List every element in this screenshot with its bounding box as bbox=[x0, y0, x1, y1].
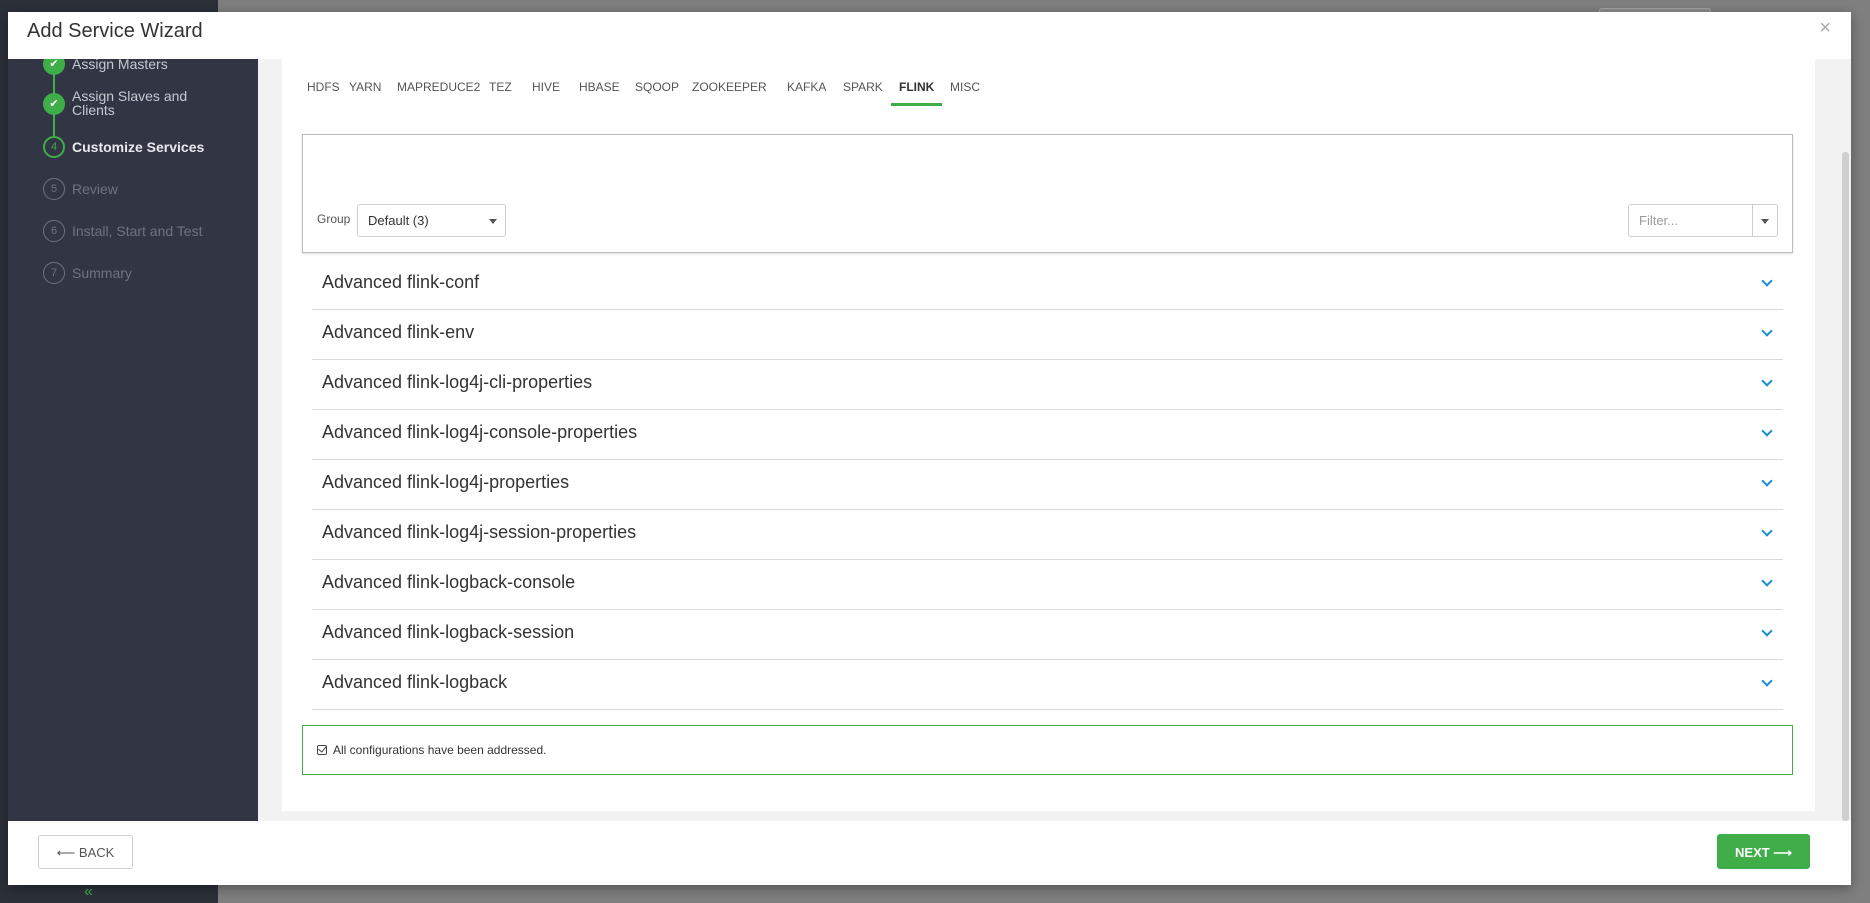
wizard-step-assign-slaves[interactable]: ✔ Assign Slaves and Clients bbox=[8, 89, 258, 129]
alert-text: All configurations have been addressed. bbox=[333, 743, 547, 757]
collapse-sidebar-icon: « bbox=[84, 883, 93, 900]
add-service-wizard-modal: Add Service Wizard × ✔ Assign Masters ✔ … bbox=[8, 12, 1851, 885]
config-section-title: Advanced flink-log4j-properties bbox=[322, 472, 570, 492]
config-status-alert: All configurations have been addressed. bbox=[302, 725, 1793, 775]
wizard-steps-nav: ✔ Assign Masters ✔ Assign Slaves and Cli… bbox=[8, 59, 258, 821]
tab-sqoop[interactable]: SQOOP bbox=[627, 69, 687, 106]
config-section-title: Advanced flink-log4j-cli-properties bbox=[322, 372, 593, 392]
chevron-down-icon bbox=[1761, 675, 1773, 687]
wizard-step-label: Summary bbox=[72, 265, 132, 281]
wizard-step-summary: 7 Summary bbox=[8, 262, 258, 292]
wizard-step-assign-masters[interactable]: ✔ Assign Masters bbox=[8, 59, 258, 83]
wizard-step-label: Assign Masters bbox=[72, 59, 168, 72]
wizard-step-install: 6 Install, Start and Test bbox=[8, 220, 258, 250]
tab-mapreduce2[interactable]: MAPREDUCE2 bbox=[389, 69, 488, 106]
config-section[interactable]: Advanced flink-log4j-properties bbox=[312, 460, 1783, 510]
chevron-down-icon bbox=[1761, 625, 1773, 637]
step-number: 7 bbox=[43, 262, 65, 284]
back-button[interactable]: ⟵ BACK bbox=[38, 835, 133, 869]
config-section[interactable]: Advanced flink-log4j-cli-properties bbox=[312, 360, 1783, 410]
caret-down-icon bbox=[1761, 219, 1769, 224]
scrollbar-track bbox=[1849, 59, 1851, 821]
chevron-down-icon bbox=[1761, 525, 1773, 537]
config-section-title: Advanced flink-logback bbox=[322, 672, 508, 692]
tab-flink[interactable]: FLINK bbox=[891, 69, 943, 106]
check-square-icon bbox=[317, 745, 327, 755]
next-button[interactable]: NEXT ⟶ bbox=[1717, 834, 1810, 869]
tab-kafka[interactable]: KAFKA bbox=[779, 69, 834, 106]
config-section-title: Advanced flink-conf bbox=[322, 272, 480, 292]
config-section-title: Advanced flink-logback-session bbox=[322, 622, 575, 642]
tab-misc[interactable]: MISC bbox=[942, 69, 988, 106]
chevron-down-icon bbox=[1761, 425, 1773, 437]
config-section[interactable]: Advanced flink-log4j-console-properties bbox=[312, 410, 1783, 460]
step-number: 6 bbox=[43, 220, 65, 242]
wizard-step-review: 5 Review bbox=[8, 178, 258, 208]
check-icon: ✔ bbox=[43, 93, 65, 115]
wizard-step-label-line2: Clients bbox=[72, 102, 115, 118]
chevron-down-icon bbox=[1761, 275, 1773, 287]
filter-input[interactable] bbox=[1628, 204, 1753, 237]
chevron-down-icon bbox=[1761, 475, 1773, 487]
wizard-step-label: Install, Start and Test bbox=[72, 223, 203, 239]
filter-dropdown-button[interactable] bbox=[1752, 204, 1778, 237]
tab-tez[interactable]: TEZ bbox=[481, 69, 520, 106]
close-icon[interactable]: × bbox=[1819, 18, 1831, 38]
config-group-select[interactable]: Default (3) bbox=[357, 204, 506, 237]
caret-down-icon bbox=[489, 219, 497, 224]
config-group-value: Default (3) bbox=[368, 213, 429, 228]
wizard-step-label: Customize Services bbox=[72, 139, 205, 155]
modal-footer: ⟵ BACK NEXT ⟶ bbox=[8, 821, 1851, 885]
customize-services-panel: HDFS YARN MAPREDUCE2 TEZ HIVE HBASE SQOO… bbox=[282, 59, 1815, 811]
chevron-down-icon bbox=[1761, 325, 1773, 337]
wizard-step-customize-services[interactable]: 4 Customize Services bbox=[8, 136, 258, 166]
tab-yarn[interactable]: YARN bbox=[341, 69, 389, 106]
wizard-step-label: Review bbox=[72, 181, 118, 197]
config-section[interactable]: Advanced flink-logback-console bbox=[312, 560, 1783, 610]
group-label: Group bbox=[317, 212, 351, 226]
chevron-down-icon bbox=[1761, 575, 1773, 587]
config-section[interactable]: Advanced flink-env bbox=[312, 310, 1783, 360]
config-section[interactable]: Advanced flink-log4j-session-properties bbox=[312, 510, 1783, 560]
tab-hive[interactable]: HIVE bbox=[524, 69, 568, 106]
config-section-title: Advanced flink-logback-console bbox=[322, 572, 576, 592]
check-icon: ✔ bbox=[43, 59, 65, 75]
step-number: 4 bbox=[43, 136, 65, 158]
config-section-title: Advanced flink-log4j-session-properties bbox=[322, 522, 637, 542]
config-section[interactable]: Advanced flink-logback bbox=[312, 660, 1783, 710]
config-sections: Advanced flink-conf Advanced flink-env A… bbox=[312, 260, 1783, 710]
scrollbar[interactable] bbox=[1842, 152, 1849, 821]
step-number: 5 bbox=[43, 178, 65, 200]
config-section-title: Advanced flink-env bbox=[322, 322, 475, 342]
config-section-title: Advanced flink-log4j-console-properties bbox=[322, 422, 638, 442]
modal-header: Add Service Wizard × bbox=[8, 12, 1851, 59]
content-area: HDFS YARN MAPREDUCE2 TEZ HIVE HBASE SQOO… bbox=[258, 59, 1851, 821]
wizard-step-label: Assign Slaves and Clients bbox=[72, 89, 187, 117]
tab-spark[interactable]: SPARK bbox=[835, 69, 891, 106]
config-filter-box: Group Default (3) bbox=[302, 134, 1793, 253]
config-section[interactable]: Advanced flink-logback-session bbox=[312, 610, 1783, 660]
chevron-down-icon bbox=[1761, 375, 1773, 387]
tab-zookeeper[interactable]: ZOOKEEPER bbox=[684, 69, 775, 106]
modal-title: Add Service Wizard bbox=[27, 20, 203, 42]
tab-hbase[interactable]: HBASE bbox=[571, 69, 628, 106]
config-section[interactable]: Advanced flink-conf bbox=[312, 260, 1783, 310]
